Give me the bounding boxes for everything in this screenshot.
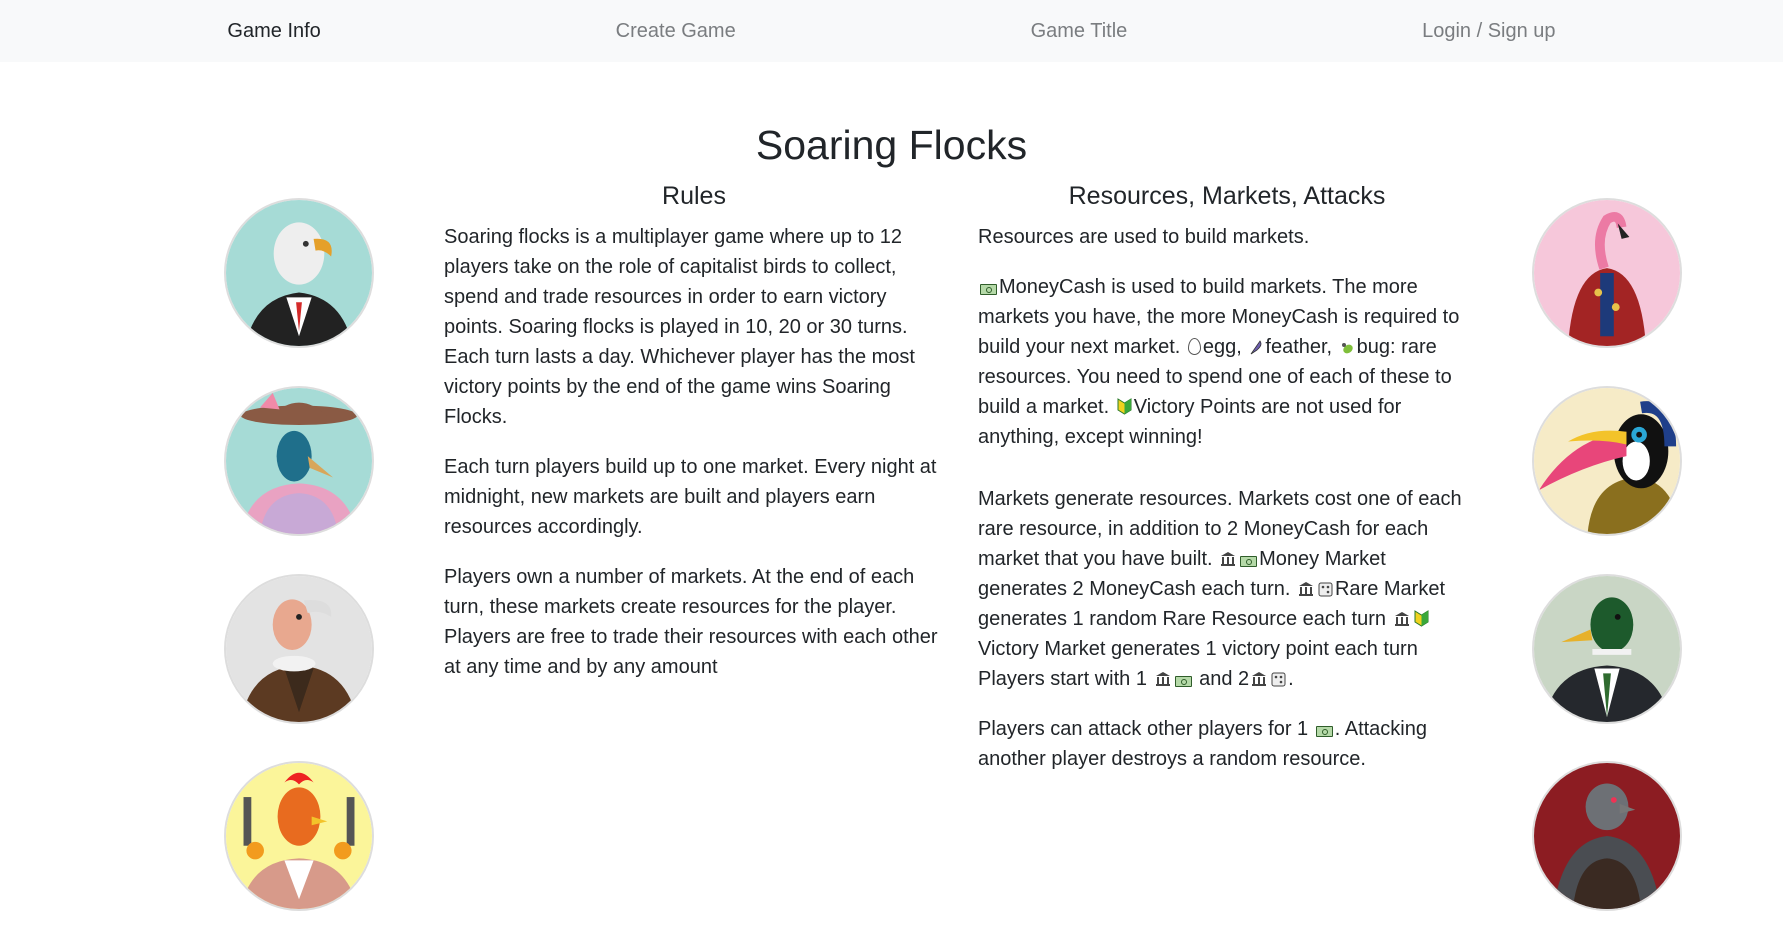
bug-icon	[1341, 343, 1353, 354]
rules-section: Rules Soaring flocks is a multiplayer ga…	[444, 178, 944, 702]
resources-paragraph-1: Resources are used to build markets.	[978, 226, 1310, 248]
peacock-avatar	[224, 386, 374, 536]
feather-icon	[1251, 340, 1262, 355]
rules-heading: Rules	[662, 182, 726, 210]
top-navbar: Game Info Create Game Game Title Login /…	[0, 0, 1783, 62]
moneycash-icon	[980, 284, 997, 295]
toucan-avatar	[1532, 386, 1682, 536]
market-icon	[1298, 582, 1313, 596]
nav-game-info[interactable]: Game Info	[227, 20, 320, 43]
pigeon-avatar	[1532, 761, 1682, 911]
moneycash-icon	[1174, 676, 1192, 687]
rules-paragraph-1: Soaring flocks is a multiplayer game whe…	[444, 226, 915, 428]
market-icon	[1252, 672, 1267, 686]
resources-section: Resources, Markets, Attacks Resources ar…	[978, 178, 1476, 794]
start-text: Players start with 1	[978, 668, 1147, 690]
rules-paragraph-2: Each turn players build up to one market…	[444, 456, 937, 538]
nav-login-signup[interactable]: Login / Sign up	[1422, 20, 1555, 43]
market-icon	[1394, 612, 1409, 626]
resources-paragraph-2: MoneyCash is used to build markets. The …	[978, 272, 1476, 452]
end-period: .	[1288, 668, 1294, 690]
flamingo-avatar	[1532, 198, 1682, 348]
attack-text: Players can attack other players for 1	[978, 718, 1309, 740]
and-text: and 2	[1199, 668, 1250, 690]
victory-market-text: Victory Market generates 1 victory point…	[978, 638, 1418, 660]
moneycash-icon	[1315, 726, 1333, 737]
resources-paragraph-4: Players can attack other players for 1 .…	[978, 714, 1476, 774]
moneycash-icon	[1240, 556, 1258, 567]
nav-create-game[interactable]: Create Game	[616, 20, 736, 43]
market-icon	[1155, 672, 1170, 686]
feather-text: feather,	[1265, 336, 1333, 358]
eagle-avatar	[224, 198, 374, 348]
resources-paragraph-3: Markets generate resources. Markets cost…	[978, 484, 1476, 694]
egg-text: egg,	[1202, 336, 1242, 358]
page-title: Soaring Flocks	[755, 122, 1028, 168]
vulture-avatar	[224, 574, 374, 724]
nav-game-title[interactable]: Game Title	[1031, 20, 1128, 43]
resources-heading: Resources, Markets, Attacks	[1068, 182, 1386, 210]
rules-paragraph-3: Players own a number of markets. At the …	[444, 566, 938, 678]
market-icon	[1221, 552, 1236, 566]
duck-avatar	[1532, 574, 1682, 724]
victory-point-icon	[1414, 610, 1429, 627]
egg-icon	[1187, 338, 1201, 355]
rooster-avatar	[224, 761, 374, 911]
dice-icon	[1271, 672, 1286, 687]
victory-point-icon	[1117, 398, 1132, 415]
dice-icon	[1318, 582, 1333, 597]
